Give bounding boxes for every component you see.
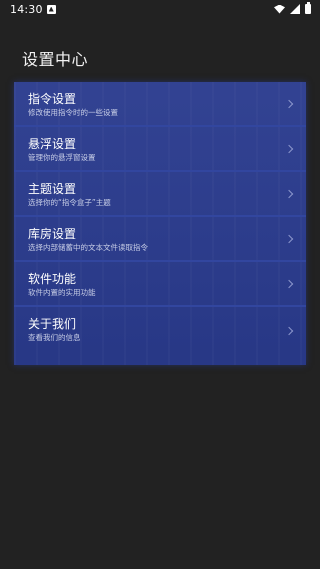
setting-item-title: 库房设置 — [28, 227, 77, 241]
setting-item-storage[interactable]: 库房设置 选择内部储蓄中的文本文件读取指令 — [14, 217, 306, 262]
status-left: 14:30 — [10, 3, 56, 16]
signal-icon — [290, 4, 300, 14]
notification-icon — [46, 4, 56, 14]
status-time: 14:30 — [10, 2, 43, 16]
setting-item-desc: 修改使用指令时的一些设置 — [28, 108, 118, 117]
setting-item-title: 悬浮设置 — [28, 137, 77, 151]
setting-item-features[interactable]: 软件功能 软件内置的实用功能 — [14, 262, 306, 307]
page-title: 设置中心 — [22, 50, 89, 69]
settings-list: 指令设置 修改使用指令时的一些设置 悬浮设置 管理你的悬浮窗设置 主题设置 选择… — [14, 82, 306, 365]
setting-item-desc: 软件内置的实用功能 — [28, 288, 96, 297]
status-right — [274, 2, 311, 14]
setting-item-title: 关于我们 — [28, 317, 77, 331]
setting-item-floating[interactable]: 悬浮设置 管理你的悬浮窗设置 — [14, 127, 306, 172]
setting-item-desc: 选择你的“指令盒子”主题 — [28, 198, 111, 207]
setting-item-title: 软件功能 — [28, 272, 77, 286]
status-bar: 14:30 — [0, 0, 320, 18]
battery-icon — [305, 2, 311, 14]
setting-item-command[interactable]: 指令设置 修改使用指令时的一些设置 — [14, 82, 306, 127]
setting-item-title: 指令设置 — [28, 92, 77, 106]
setting-item-title: 主题设置 — [28, 182, 77, 196]
setting-item-desc: 选择内部储蓄中的文本文件读取指令 — [28, 243, 148, 252]
setting-item-about[interactable]: 关于我们 查看我们的信息 — [14, 307, 306, 355]
setting-item-desc: 查看我们的信息 — [28, 333, 81, 342]
setting-item-theme[interactable]: 主题设置 选择你的“指令盒子”主题 — [14, 172, 306, 217]
wifi-icon — [274, 4, 285, 14]
setting-item-desc: 管理你的悬浮窗设置 — [28, 153, 96, 162]
